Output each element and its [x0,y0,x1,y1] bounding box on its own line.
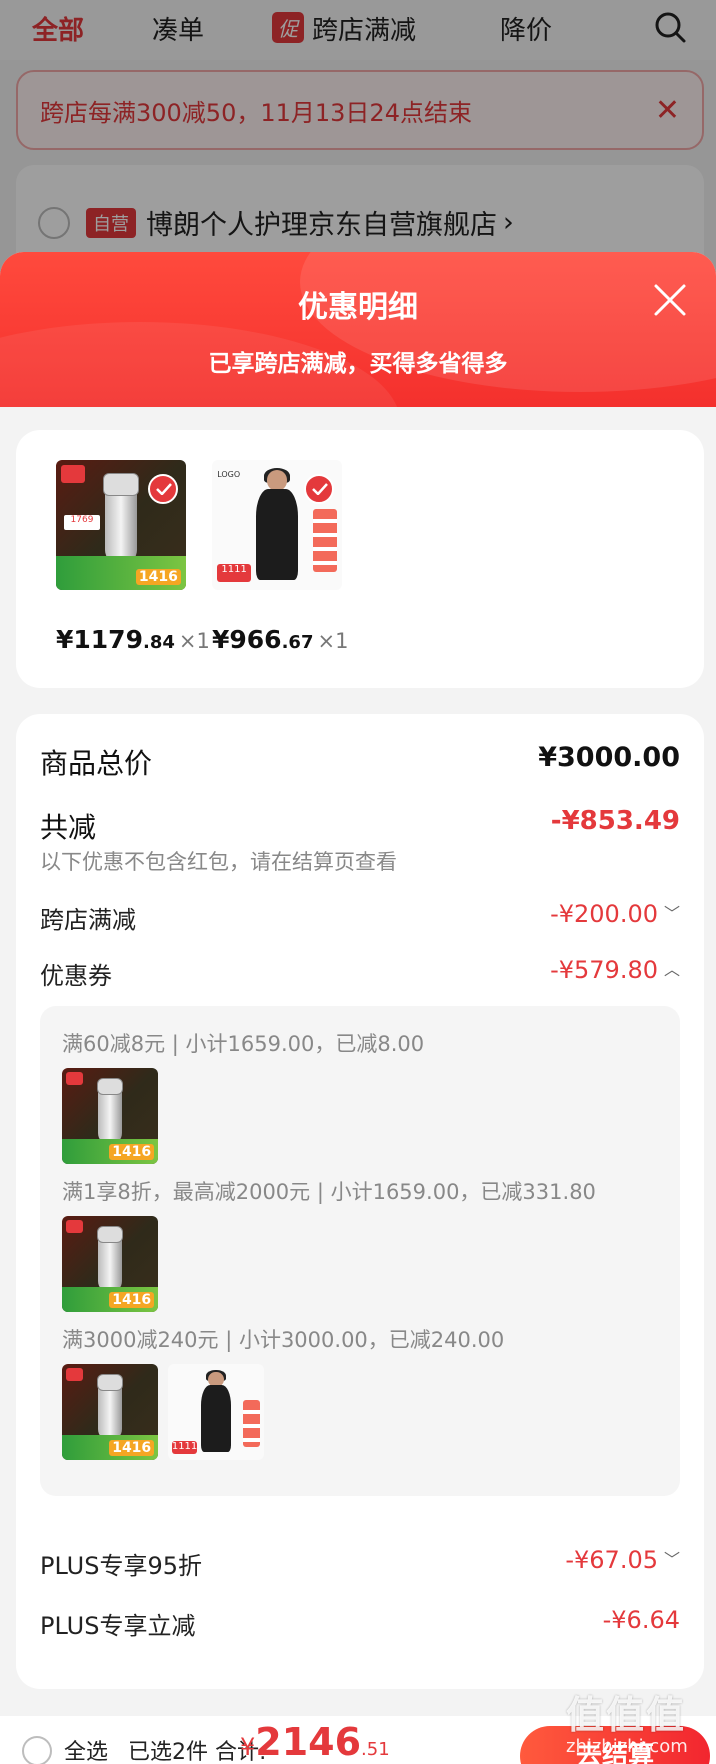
close-icon[interactable] [652,282,688,318]
selected-products-card: 1769 1416 LOGO 1111 ¥1179.84 ×1 ¥966.67 ×1 [16,430,704,688]
sheet-subtitle: 已享跨店满减，买得多省得多 [208,351,508,377]
cross-store-discount-label: 跨店满减 [40,906,136,934]
coupon-product-thumbnail: 1416 [62,1068,158,1164]
coupon-product-thumbnail: 1111 [168,1364,264,1460]
watermark-url: zhizhizhi.com [566,1736,688,1757]
select-all-radio[interactable] [22,1736,52,1764]
checked-icon [148,474,178,504]
coupon-product-thumbnail: 1416 [62,1216,158,1312]
plus-discount-value: -¥67.05 [565,1546,658,1574]
discount-detail-sheet: 优惠明细 已享跨店满减，买得多省得多 1769 1416 LOGO 1111 ¥… [0,252,716,1764]
plus-instant-value: -¥6.64 [602,1606,680,1634]
total-price-value: ¥3000.00 [538,742,680,773]
total-price-label: 商品总价 [40,747,153,780]
price-summary-card: 商品总价 ¥3000.00 共减 -¥853.49 以下优惠不包含红包，请在结算… [16,714,704,1689]
sheet-title: 优惠明细 [298,290,418,325]
cross-store-discount-value: -¥200.00 [550,900,658,928]
product-price: ¥1179.84 ×1 [56,625,210,654]
coupon-line: 满3000减240元 | 小计3000.00，已减240.00 [62,1328,505,1352]
select-all-label[interactable]: 全选 [64,1734,108,1764]
chevron-down-icon[interactable]: ﹀ [664,900,680,924]
watermark-logo: 值值值 [566,1693,687,1737]
product-price: ¥966.67 ×1 [212,625,349,654]
plus-instant-label: PLUS专享立减 [40,1612,196,1640]
coupon-detail-box: 满60减8元 | 小计1659.00，已减8.00 1416 满1享8折，最高减… [40,1006,680,1496]
coupon-line: 满60减8元 | 小计1659.00，已减8.00 [62,1032,425,1056]
product-thumbnail-shaver[interactable]: 1769 1416 [56,460,186,590]
coupon-product-thumbnail: 1416 [62,1364,158,1460]
chevron-down-icon[interactable]: ﹀ [664,1546,680,1570]
sheet-header: 优惠明细 已享跨店满减，买得多省得多 [0,252,716,407]
plus-discount-label: PLUS专享95折 [40,1552,202,1580]
discount-hint: 以下优惠不包含红包，请在结算页查看 [40,850,397,874]
product-thumbnail-dress[interactable]: LOGO 1111 [212,460,342,590]
chevron-up-icon[interactable]: ︿ [664,956,680,980]
coupon-value: -¥579.80 [550,956,658,984]
coupon-line: 满1享8折，最高减2000元 | 小计1659.00，已减331.80 [62,1180,596,1204]
coupon-label: 优惠券 [40,962,112,990]
total-amount: ¥2146.51 [240,1720,390,1764]
checked-icon [304,474,334,504]
total-discount-label: 共减 [40,811,97,844]
total-discount-value: -¥853.49 [550,806,680,836]
